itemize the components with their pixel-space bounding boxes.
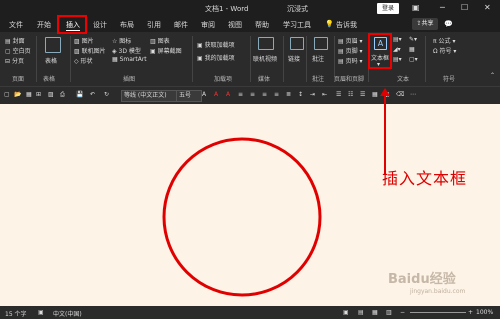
drawn-circle-shape[interactable]	[162, 137, 322, 297]
arrow-head-icon	[380, 88, 390, 96]
language-status[interactable]: 中文(中国)	[53, 309, 82, 318]
zoom-in-icon[interactable]: +	[468, 309, 473, 316]
watermark-logo: Baidu经验	[388, 272, 456, 287]
status-bar: 15 个字 ▣ 中文(中国) ▣ ▤ ▦ ▥ − + 100%	[0, 306, 500, 319]
read-mode-icon[interactable]: ▤	[358, 309, 364, 316]
zoom-slider[interactable]	[410, 312, 466, 313]
print-layout-icon[interactable]: ▦	[372, 309, 378, 316]
focus-icon[interactable]: ▣	[343, 309, 349, 316]
insert-tab-highlight	[57, 15, 87, 34]
watermark-url: jingyan.baidu.com	[410, 288, 466, 295]
textbox-highlight	[368, 33, 392, 69]
proofing-icon[interactable]: ▣	[38, 309, 44, 316]
word-count[interactable]: 15 个字	[5, 309, 27, 318]
web-layout-icon[interactable]: ▥	[386, 309, 392, 316]
zoom-out-icon[interactable]: −	[400, 309, 405, 316]
annotation-label: 插入文本框	[382, 169, 468, 188]
zoom-level[interactable]: 100%	[476, 309, 493, 316]
